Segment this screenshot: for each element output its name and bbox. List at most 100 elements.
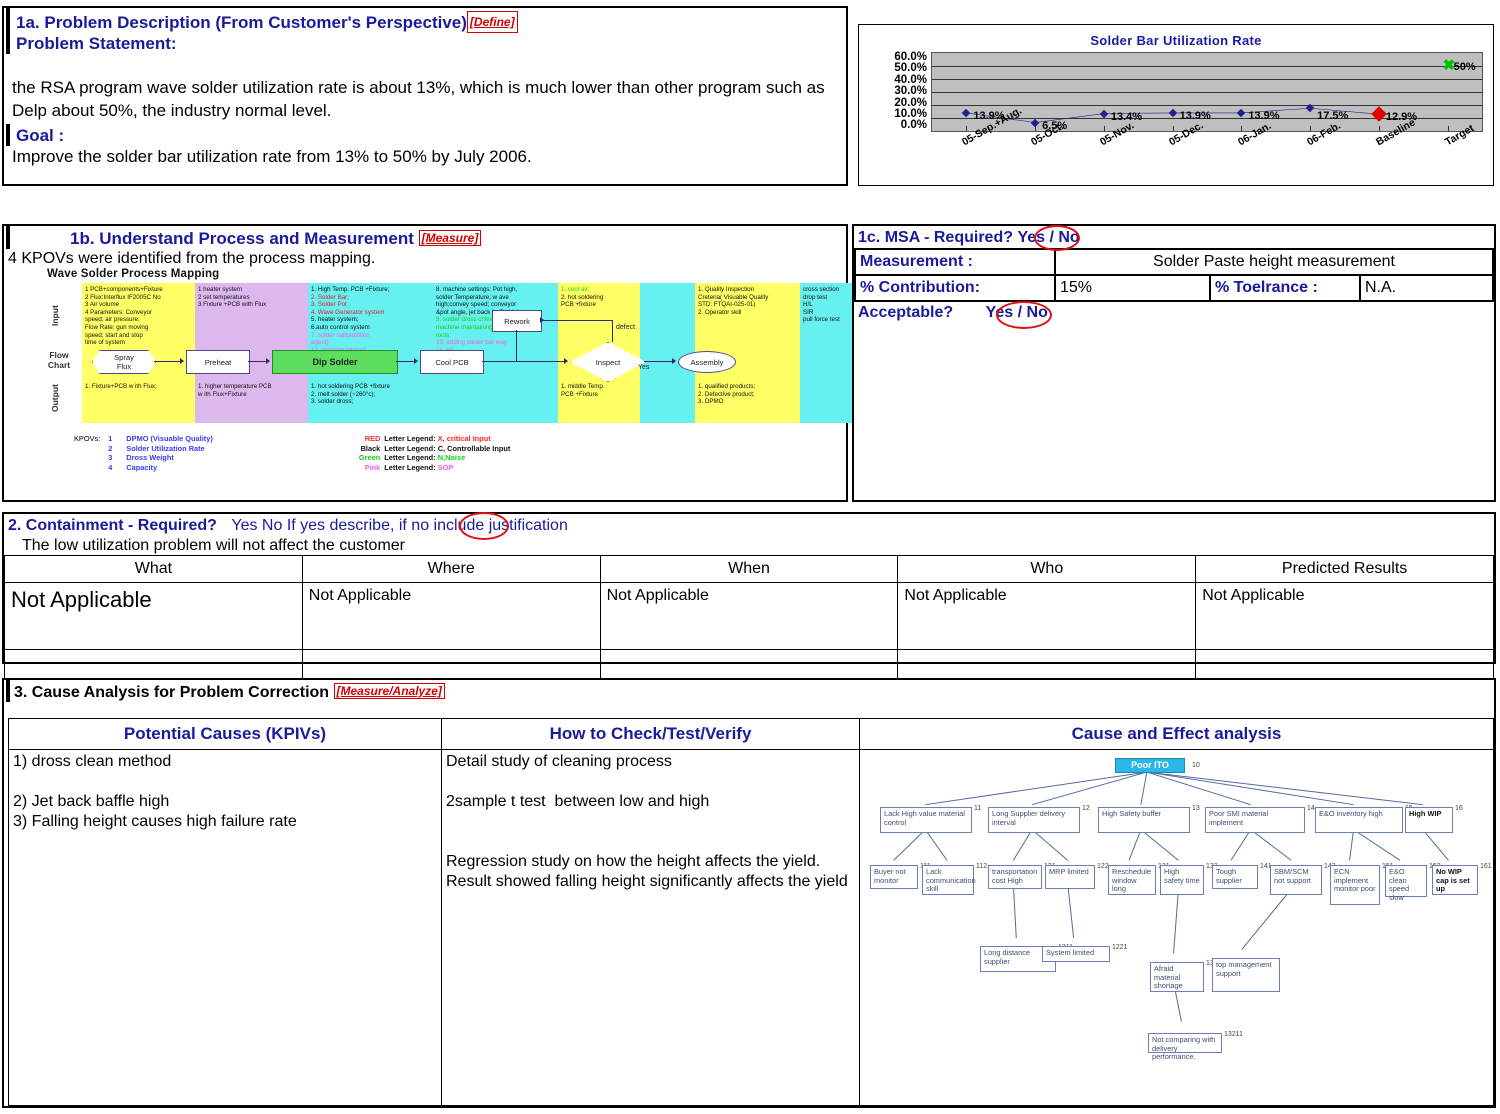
- problem-statement-label: Problem Statement:: [16, 34, 177, 53]
- section-2-title: 2. Containment - Required? Yes No If yes…: [4, 514, 1494, 535]
- section-3-title-text: 3. Cause Analysis for Problem Correction: [14, 684, 329, 701]
- acceptable-row: Acceptable? Yes / No: [854, 302, 1494, 322]
- containment-col-header: Where: [302, 556, 600, 583]
- wave-solder-process-map: Wave Solder Process Mapping Input FlowCh…: [44, 272, 844, 452]
- legend-color-word: Black: [320, 444, 384, 454]
- tree-edge: [1013, 830, 1032, 861]
- tree-node-level2: E&O clean speed slow: [1385, 865, 1427, 897]
- chart-gridline: [932, 92, 1482, 93]
- section-1c-msa: 1c. MSA - Required? Yes / No Measurement…: [852, 224, 1496, 502]
- cause-effect-cell: Poor ITO10Lack High value material contr…: [860, 750, 1494, 1106]
- tree-node-level1: High Safety buffer: [1098, 807, 1190, 833]
- col-header-cause-effect: Cause and Effect analysis: [860, 719, 1494, 750]
- row-label-flow-chart: FlowChart: [44, 350, 74, 370]
- cause-effect-tree: Poor ITO10Lack High value material contr…: [860, 750, 1493, 1105]
- legend-value: SOP: [438, 463, 454, 472]
- process-connector: [612, 320, 613, 342]
- measure-tag: [Measure]: [419, 230, 482, 246]
- edge-label-defect: defect: [616, 324, 635, 331]
- tree-edge: [925, 830, 947, 861]
- section-1b-title: 1b. Understand Process and Measurement […: [6, 226, 846, 249]
- process-connector: [154, 361, 180, 362]
- six-sigma-a3-report: 1a. Problem Description (From Customer's…: [0, 0, 1500, 1114]
- kpov-text: Dross Weight: [126, 453, 320, 463]
- contribution-value: 15%: [1055, 275, 1210, 301]
- chart-x-tick: [1310, 126, 1311, 131]
- tree-edge: [1242, 889, 1291, 949]
- col-header-potential-causes: Potential Causes (KPIVs): [9, 719, 442, 750]
- process-map-title: Wave Solder Process Mapping: [47, 268, 219, 280]
- containment-cell: Not Applicable: [5, 583, 303, 650]
- row-label-input: Input: [50, 290, 62, 342]
- containment-col-header: When: [600, 556, 898, 583]
- process-outputs: 1. middle Temp.PCB +Fixture: [561, 383, 637, 398]
- tolerance-value: N.A.: [1360, 275, 1493, 301]
- tree-edge: [1068, 883, 1074, 938]
- problem-statement-text: the RSA program wave solder utilization …: [4, 54, 846, 122]
- contribution-label: % Contribution:: [855, 275, 1055, 301]
- process-connector: [516, 330, 517, 361]
- section-1b-understand-process: 1b. Understand Process and Measurement […: [2, 224, 848, 502]
- row-label-output: Output: [50, 376, 62, 420]
- goal-text: Improve the solder bar utilization rate …: [4, 146, 846, 167]
- process-outputs: 1. higher temperature PCBw ith Flux+Fixt…: [198, 383, 305, 398]
- tree-node-level2: transportation cost High: [988, 865, 1042, 889]
- legend-color-word: Pink: [320, 463, 384, 473]
- table-header-row: WhatWhereWhenWhoPredicted Results: [5, 556, 1494, 583]
- chart-y-tick: 30.0%: [865, 86, 927, 97]
- legend-color-word: Green: [320, 453, 384, 463]
- chart-x-tick: [1173, 126, 1174, 131]
- chart-gridline: [932, 79, 1482, 80]
- process-connector: [396, 361, 414, 362]
- section-3-cause-analysis: 3. Cause Analysis for Problem Correction…: [2, 678, 1496, 1108]
- legend-label: Letter Legend: N,Noise: [384, 453, 514, 463]
- process-arrowhead: [540, 317, 544, 323]
- tree-node-level2: Reschedule window long: [1108, 865, 1156, 895]
- section-1c-title-text: 1c. MSA - Required?: [858, 229, 1013, 246]
- measurement-label: Measurement :: [855, 249, 1055, 275]
- kpov-text: DPMO (Visuable Quality): [126, 434, 320, 444]
- containment-table: WhatWhereWhenWhoPredicted Results Not Ap…: [4, 555, 1494, 685]
- msa-table: Measurement : Solder Paste height measur…: [854, 248, 1494, 302]
- process-arrowhead: [266, 358, 270, 364]
- tree-node-number: 16: [1455, 799, 1463, 819]
- flow-node-spray-flux: SprayFlux: [92, 350, 156, 374]
- tree-edge: [1141, 830, 1179, 861]
- process-arrowhead: [180, 358, 184, 364]
- process-outputs: 1. qualified products;2. Defective produ…: [698, 383, 797, 406]
- chart-x-tick: [1241, 126, 1242, 131]
- process-inputs: 1. cool air;2. hot solderingPCB +fixture: [561, 286, 637, 309]
- process-connector: [482, 361, 564, 362]
- tree-edge: [1129, 830, 1141, 861]
- legend-value: N,Noise: [438, 453, 466, 462]
- goal-label-wrap: Goal :: [6, 124, 846, 146]
- kpov-label: KPOVs:: [74, 434, 100, 443]
- tree-node-level2: High safety time: [1160, 865, 1204, 895]
- tree-edge: [1423, 830, 1449, 861]
- chart-x-tick: [966, 126, 967, 131]
- table-body: Not ApplicableNot ApplicableNot Applicab…: [5, 583, 1494, 685]
- flow-node-dip-solder: Dip Solder: [272, 350, 398, 374]
- process-arrowhead: [672, 358, 676, 364]
- containment-instruction: If yes describe, if no include justifica…: [287, 517, 568, 534]
- tree-edge: [925, 772, 1147, 805]
- process-arrowhead: [414, 358, 418, 364]
- table-header-row: Potential Causes (KPIVs) How to Check/Te…: [9, 719, 1494, 750]
- flow-node-cool-pcb: Cool PCB: [420, 350, 484, 374]
- kpov-text: Solder Utilization Rate: [126, 444, 320, 454]
- tree-node-level1: Long Supplier delivery interval: [988, 807, 1080, 833]
- legend-value: X, critical Input: [438, 434, 491, 443]
- flow-node-rework: Rework: [492, 310, 542, 332]
- tree-edge: [1350, 830, 1354, 861]
- tree-node-level3: Afraid material shortage: [1150, 962, 1204, 992]
- containment-col-header: Who: [898, 556, 1196, 583]
- tree-node-level3: System limited: [1042, 946, 1110, 962]
- legend-value: C, Controllable Input: [438, 444, 511, 453]
- section-1a-title-text: 1a. Problem Description (From Customer's…: [16, 13, 467, 32]
- kpov-legend: KPOVs:1DPMO (Visuable Quality)REDLetter …: [74, 434, 834, 472]
- chart-x-tick: [1448, 126, 1449, 131]
- define-tag: [Define]: [467, 11, 518, 33]
- tree-node-number: 112: [976, 857, 987, 877]
- tree-node-level2: Lack communication skill: [922, 865, 974, 895]
- chart-x-tick: [1104, 126, 1105, 131]
